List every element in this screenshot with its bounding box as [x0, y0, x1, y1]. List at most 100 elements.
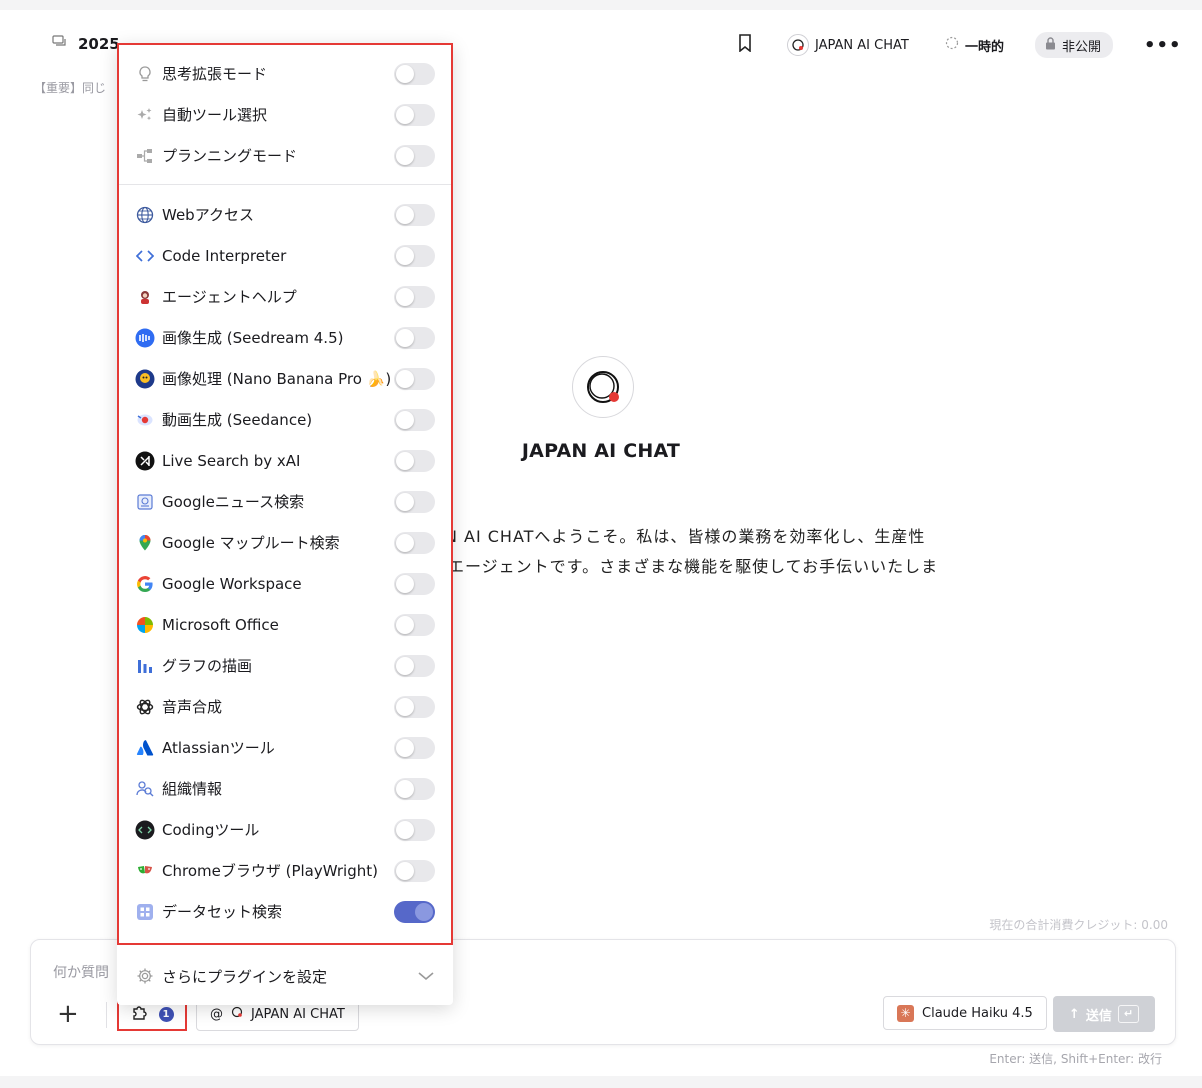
- plugin-item-google-workspace[interactable]: Google Workspace: [119, 563, 451, 604]
- credits-text: 現在の合計消費クレジット: 0.00: [989, 918, 1168, 932]
- plugin-item-atlassian[interactable]: Atlassianツール: [119, 727, 451, 768]
- japan-ai-logo-icon: [787, 34, 809, 56]
- plugin-item-live-search[interactable]: Live Search by xAI: [119, 440, 451, 481]
- message-input[interactable]: 何か質問: [53, 962, 109, 982]
- plugin-item-seedream[interactable]: 画像生成 (Seedream 4.5): [119, 317, 451, 358]
- plugin-dropdown: 思考拡張モード 自動ツール選択 プランニングモード Webアクセス Code I…: [117, 43, 453, 1005]
- plugin-item-chart[interactable]: グラフの描画: [119, 645, 451, 686]
- private-label: 非公開: [1062, 39, 1102, 55]
- chat-title[interactable]: 2025: [78, 35, 120, 53]
- map-pin-icon: [135, 533, 155, 553]
- plugin-item-coding[interactable]: Codingツール: [119, 809, 451, 850]
- bookmark-icon: [738, 34, 752, 56]
- plugin-label: 動画生成 (Seedance): [162, 411, 313, 429]
- plugin-toggle[interactable]: [394, 203, 435, 226]
- plugin-toggle[interactable]: [394, 285, 435, 308]
- plugin-toggle[interactable]: [394, 531, 435, 554]
- plugin-label: データセット検索: [162, 903, 283, 921]
- plugin-item-tts[interactable]: 音声合成: [119, 686, 451, 727]
- visibility-button[interactable]: 非公開: [1035, 32, 1114, 58]
- seedream-icon: [135, 328, 155, 348]
- plugin-toggle[interactable]: [394, 736, 435, 759]
- send-button[interactable]: ↑ 送信 ↵: [1053, 996, 1155, 1032]
- at-icon: @: [210, 1006, 223, 1022]
- add-attachment-button[interactable]: +: [57, 1001, 79, 1027]
- plugin-item-dataset-search[interactable]: データセット検索: [119, 891, 451, 932]
- plugin-toggle[interactable]: [394, 244, 435, 267]
- plugin-toggle[interactable]: [394, 859, 435, 882]
- google-icon: [135, 574, 155, 594]
- plugin-item-agent-help[interactable]: エージェントヘルプ: [119, 276, 451, 317]
- plugin-item-google-maps[interactable]: Google マップルート検索: [119, 522, 451, 563]
- plugin-toggle[interactable]: [394, 613, 435, 636]
- plugin-label: Chromeブラウザ (PlayWright): [162, 862, 378, 880]
- model-selector[interactable]: ✳ Claude Haiku 4.5: [883, 996, 1047, 1030]
- plugin-item-nano-banana[interactable]: 画像処理 (Nano Banana Pro 🍌): [119, 358, 451, 399]
- xai-icon: [135, 451, 155, 471]
- plugin-label: 自動ツール選択: [162, 106, 268, 124]
- more-plugins-button[interactable]: さらにプラグインを設定: [117, 955, 453, 997]
- plugin-label: 組織情報: [162, 780, 223, 798]
- atlassian-icon: [135, 738, 155, 758]
- plugin-label: Code Interpreter: [162, 246, 287, 265]
- plugin-item-auto-tool[interactable]: 自動ツール選択: [119, 94, 451, 135]
- plugin-toggle[interactable]: [394, 449, 435, 472]
- plugin-item-google-news[interactable]: Googleニュース検索: [119, 481, 451, 522]
- plugin-item-code-interpreter[interactable]: Code Interpreter: [119, 235, 451, 276]
- plugin-toggle[interactable]: [394, 144, 435, 167]
- plugin-item-thinking[interactable]: 思考拡張モード: [119, 53, 451, 94]
- plugin-toggle[interactable]: [394, 62, 435, 85]
- plugin-count-badge: 1: [158, 1006, 174, 1022]
- plugin-item-seedance[interactable]: 動画生成 (Seedance): [119, 399, 451, 440]
- bookmark-button[interactable]: [738, 32, 752, 58]
- notice-text: 【重要】同じ: [34, 81, 107, 95]
- send-label: 送信: [1085, 1008, 1112, 1024]
- plugin-toggle[interactable]: [394, 818, 435, 841]
- plugin-toggle[interactable]: [394, 572, 435, 595]
- plugin-toggle[interactable]: [394, 103, 435, 126]
- center-logo: [572, 356, 634, 418]
- plugin-label: Microsoft Office: [162, 615, 279, 634]
- plugin-toggle[interactable]: [394, 490, 435, 513]
- sparkle-icon: [135, 105, 155, 125]
- arrow-up-icon: ↑: [1068, 1006, 1080, 1022]
- more-options-button[interactable]: •••: [1144, 32, 1182, 58]
- temporary-label: 一時的: [965, 39, 1005, 55]
- plugin-toggle[interactable]: [394, 654, 435, 677]
- plugin-toggle[interactable]: [394, 408, 435, 431]
- plugin-divider: [119, 184, 451, 185]
- plugin-toggle[interactable]: [394, 900, 435, 923]
- japan-ai-large-logo-icon: [587, 371, 619, 403]
- microsoft-icon: [135, 615, 155, 635]
- plugin-item-org-info[interactable]: 組織情報: [119, 768, 451, 809]
- more-horizontal-icon: •••: [1144, 34, 1182, 56]
- plugin-label: Codingツール: [162, 821, 260, 839]
- plugin-item-microsoft-office[interactable]: Microsoft Office: [119, 604, 451, 645]
- plugin-item-web-access[interactable]: Webアクセス: [119, 194, 451, 235]
- plugin-toggle[interactable]: [394, 326, 435, 349]
- temporary-toggle[interactable]: 一時的: [945, 32, 1004, 58]
- more-plugins-label: さらにプラグインを設定: [162, 967, 328, 986]
- plugin-toggle[interactable]: [394, 367, 435, 390]
- enter-key-icon: ↵: [1117, 1005, 1140, 1023]
- puzzle-icon: [131, 1003, 149, 1025]
- keyboard-hint: Enter: 送信, Shift+Enter: 改行: [989, 1052, 1162, 1066]
- plugin-item-chrome-playwright[interactable]: Chromeブラウザ (PlayWright): [119, 850, 451, 891]
- bar-chart-icon: [135, 656, 155, 676]
- dashed-circle-icon: [945, 36, 959, 54]
- plugin-label: Google マップルート検索: [162, 534, 340, 552]
- plugin-item-planning[interactable]: プランニングモード: [119, 135, 451, 176]
- plugin-toggle[interactable]: [394, 777, 435, 800]
- chat-title-area: 2025: [52, 34, 120, 54]
- news-icon: [135, 492, 155, 512]
- globe-icon: [135, 205, 155, 225]
- chevron-down-icon: [417, 967, 435, 986]
- agent-selector[interactable]: JAPAN AI CHAT: [787, 32, 909, 58]
- agent-icon: [135, 287, 155, 307]
- plugin-label: グラフの描画: [162, 657, 253, 675]
- plugin-label: Google Workspace: [162, 574, 302, 593]
- plugin-toggle[interactable]: [394, 695, 435, 718]
- plugin-label: エージェントヘルプ: [162, 288, 297, 306]
- plugin-list: 思考拡張モード 自動ツール選択 プランニングモード Webアクセス Code I…: [119, 53, 451, 932]
- gear-icon: [135, 966, 155, 986]
